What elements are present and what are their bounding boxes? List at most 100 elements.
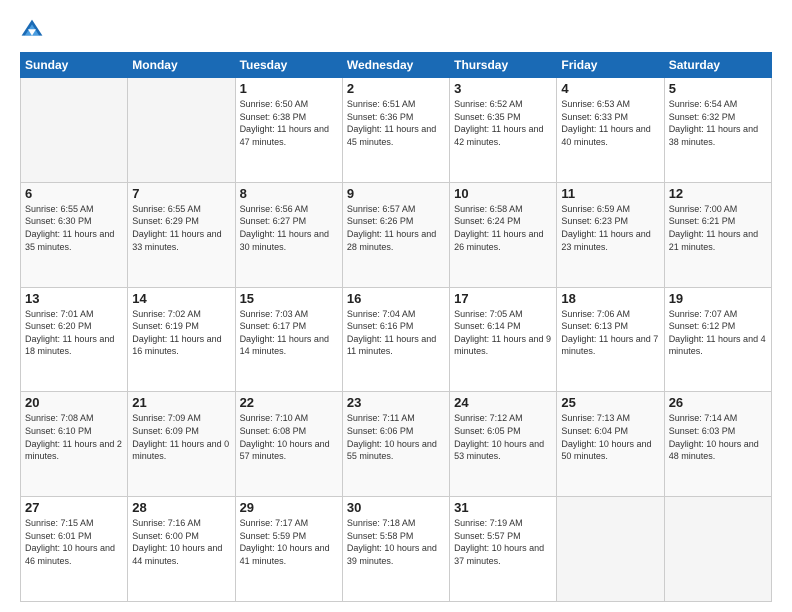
day-info: Sunrise: 7:07 AM Sunset: 6:12 PM Dayligh… [669,308,767,358]
page: SundayMondayTuesdayWednesdayThursdayFrid… [0,0,792,612]
day-info: Sunrise: 7:09 AM Sunset: 6:09 PM Dayligh… [132,412,230,462]
calendar-cell: 20 Sunrise: 7:08 AM Sunset: 6:10 PM Dayli… [21,392,128,497]
day-number: 21 [132,395,230,410]
calendar-cell: 24 Sunrise: 7:12 AM Sunset: 6:05 PM Dayli… [450,392,557,497]
calendar-table: SundayMondayTuesdayWednesdayThursdayFrid… [20,52,772,602]
calendar-cell: 1 Sunrise: 6:50 AM Sunset: 6:38 PM Daylig… [235,78,342,183]
day-info: Sunrise: 7:16 AM Sunset: 6:00 PM Dayligh… [132,517,230,567]
calendar-cell: 30Sunrise: 7:18 AM Sunset: 5:58 PM Dayli… [342,497,449,602]
day-number: 26 [669,395,767,410]
day-info: Sunrise: 6:59 AM Sunset: 6:23 PM Dayligh… [561,203,659,253]
day-info: Sunrise: 7:13 AM Sunset: 6:04 PM Dayligh… [561,412,659,462]
day-number: 1 [240,81,338,96]
day-number: 16 [347,291,445,306]
day-info: Sunrise: 7:06 AM Sunset: 6:13 PM Dayligh… [561,308,659,358]
calendar-cell: 21 Sunrise: 7:09 AM Sunset: 6:09 PM Dayli… [128,392,235,497]
week-row-4: 20 Sunrise: 7:08 AM Sunset: 6:10 PM Dayli… [21,392,772,497]
day-info: Sunrise: 6:58 AM Sunset: 6:24 PM Dayligh… [454,203,552,253]
day-number: 25 [561,395,659,410]
week-row-3: 13 Sunrise: 7:01 AM Sunset: 6:20 PM Dayli… [21,287,772,392]
day-info: Sunrise: 6:54 AM Sunset: 6:32 PM Dayligh… [669,98,767,148]
weekday-header-wednesday: Wednesday [342,53,449,78]
day-info: Sunrise: 7:19 AM Sunset: 5:57 PM Dayligh… [454,517,552,567]
day-info: Sunrise: 6:53 AM Sunset: 6:33 PM Dayligh… [561,98,659,148]
calendar-cell: 15 Sunrise: 7:03 AM Sunset: 6:17 PM Dayli… [235,287,342,392]
day-info: Sunrise: 6:50 AM Sunset: 6:38 PM Dayligh… [240,98,338,148]
day-info: Sunrise: 7:03 AM Sunset: 6:17 PM Dayligh… [240,308,338,358]
calendar-cell: 29Sunrise: 7:17 AM Sunset: 5:59 PM Dayli… [235,497,342,602]
calendar-cell: 17 Sunrise: 7:05 AM Sunset: 6:14 PM Dayli… [450,287,557,392]
weekday-header-saturday: Saturday [664,53,771,78]
day-info: Sunrise: 6:57 AM Sunset: 6:26 PM Dayligh… [347,203,445,253]
day-info: Sunrise: 6:51 AM Sunset: 6:36 PM Dayligh… [347,98,445,148]
day-info: Sunrise: 7:02 AM Sunset: 6:19 PM Dayligh… [132,308,230,358]
day-number: 10 [454,186,552,201]
day-number: 31 [454,500,552,515]
day-info: Sunrise: 7:12 AM Sunset: 6:05 PM Dayligh… [454,412,552,462]
calendar-cell: 27 Sunrise: 7:15 AM Sunset: 6:01 PM Dayli… [21,497,128,602]
day-number: 3 [454,81,552,96]
weekday-header-monday: Monday [128,53,235,78]
calendar-cell: 9Sunrise: 6:57 AM Sunset: 6:26 PM Daylig… [342,182,449,287]
calendar-cell: 6 Sunrise: 6:55 AM Sunset: 6:30 PM Daylig… [21,182,128,287]
day-info: Sunrise: 7:04 AM Sunset: 6:16 PM Dayligh… [347,308,445,358]
day-number: 20 [25,395,123,410]
day-number: 7 [132,186,230,201]
day-info: Sunrise: 6:52 AM Sunset: 6:35 PM Dayligh… [454,98,552,148]
day-info: Sunrise: 7:14 AM Sunset: 6:03 PM Dayligh… [669,412,767,462]
day-number: 4 [561,81,659,96]
day-number: 24 [454,395,552,410]
day-number: 6 [25,186,123,201]
calendar-cell [664,497,771,602]
calendar-cell: 12 Sunrise: 7:00 AM Sunset: 6:21 PM Dayli… [664,182,771,287]
day-number: 15 [240,291,338,306]
day-number: 11 [561,186,659,201]
week-row-5: 27 Sunrise: 7:15 AM Sunset: 6:01 PM Dayli… [21,497,772,602]
calendar-cell: 8 Sunrise: 6:56 AM Sunset: 6:27 PM Daylig… [235,182,342,287]
day-number: 27 [25,500,123,515]
day-number: 12 [669,186,767,201]
calendar-cell: 2 Sunrise: 6:51 AM Sunset: 6:36 PM Daylig… [342,78,449,183]
day-info: Sunrise: 7:10 AM Sunset: 6:08 PM Dayligh… [240,412,338,462]
calendar-cell: 18 Sunrise: 7:06 AM Sunset: 6:13 PM Dayli… [557,287,664,392]
calendar-cell: 14Sunrise: 7:02 AM Sunset: 6:19 PM Dayli… [128,287,235,392]
day-number: 2 [347,81,445,96]
day-info: Sunrise: 7:01 AM Sunset: 6:20 PM Dayligh… [25,308,123,358]
day-info: Sunrise: 7:05 AM Sunset: 6:14 PM Dayligh… [454,308,552,358]
calendar-cell: 5 Sunrise: 6:54 AM Sunset: 6:32 PM Daylig… [664,78,771,183]
weekday-header-thursday: Thursday [450,53,557,78]
day-info: Sunrise: 7:11 AM Sunset: 6:06 PM Dayligh… [347,412,445,462]
day-number: 19 [669,291,767,306]
day-number: 17 [454,291,552,306]
day-info: Sunrise: 7:00 AM Sunset: 6:21 PM Dayligh… [669,203,767,253]
day-number: 18 [561,291,659,306]
day-info: Sunrise: 7:08 AM Sunset: 6:10 PM Dayligh… [25,412,123,462]
day-info: Sunrise: 6:56 AM Sunset: 6:27 PM Dayligh… [240,203,338,253]
day-info: Sunrise: 6:55 AM Sunset: 6:30 PM Dayligh… [25,203,123,253]
calendar-cell: 13 Sunrise: 7:01 AM Sunset: 6:20 PM Dayli… [21,287,128,392]
header [20,18,772,42]
day-number: 29 [240,500,338,515]
day-number: 23 [347,395,445,410]
calendar-cell: 16 Sunrise: 7:04 AM Sunset: 6:16 PM Dayli… [342,287,449,392]
calendar-cell: 4 Sunrise: 6:53 AM Sunset: 6:33 PM Daylig… [557,78,664,183]
day-number: 13 [25,291,123,306]
calendar-cell: 11 Sunrise: 6:59 AM Sunset: 6:23 PM Dayli… [557,182,664,287]
calendar-cell: 19 Sunrise: 7:07 AM Sunset: 6:12 PM Dayli… [664,287,771,392]
calendar-cell: 3 Sunrise: 6:52 AM Sunset: 6:35 PM Daylig… [450,78,557,183]
day-number: 5 [669,81,767,96]
logo [20,18,48,42]
logo-icon [20,18,44,42]
calendar-cell: 28Sunrise: 7:16 AM Sunset: 6:00 PM Dayli… [128,497,235,602]
calendar-cell: 22 Sunrise: 7:10 AM Sunset: 6:08 PM Dayli… [235,392,342,497]
day-info: Sunrise: 7:18 AM Sunset: 5:58 PM Dayligh… [347,517,445,567]
day-info: Sunrise: 6:55 AM Sunset: 6:29 PM Dayligh… [132,203,230,253]
weekday-header-tuesday: Tuesday [235,53,342,78]
day-number: 8 [240,186,338,201]
weekday-header-friday: Friday [557,53,664,78]
calendar-cell: 7 Sunrise: 6:55 AM Sunset: 6:29 PM Daylig… [128,182,235,287]
calendar-cell: 10 Sunrise: 6:58 AM Sunset: 6:24 PM Dayli… [450,182,557,287]
calendar-cell [21,78,128,183]
day-number: 22 [240,395,338,410]
day-info: Sunrise: 7:15 AM Sunset: 6:01 PM Dayligh… [25,517,123,567]
